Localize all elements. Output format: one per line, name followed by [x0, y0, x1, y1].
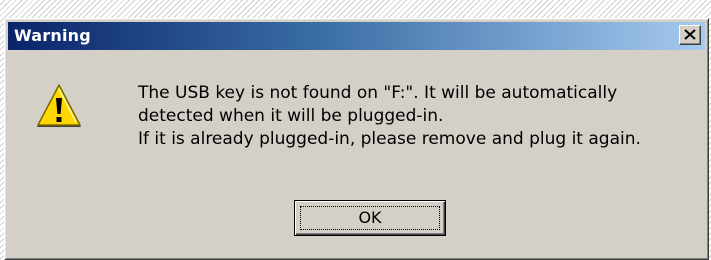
close-icon [684, 29, 696, 40]
message-line: detected when it will be plugged-in. [138, 106, 444, 126]
title-bar[interactable]: Warning [8, 22, 705, 50]
message-line: The USB key is not found on "F:". It wil… [138, 83, 618, 103]
warning-triangle-icon [37, 84, 81, 127]
close-button[interactable] [679, 25, 701, 45]
dialog-title: Warning [14, 26, 91, 45]
ok-button-label: OK [358, 208, 382, 227]
message-line: If it is already plugged-in, please remo… [138, 129, 641, 149]
warning-dialog: Warning The USB key is not found on "F:"… [4, 18, 709, 260]
ok-button[interactable]: OK [294, 200, 446, 236]
warning-message: The USB key is not found on "F:". It wil… [138, 82, 641, 151]
